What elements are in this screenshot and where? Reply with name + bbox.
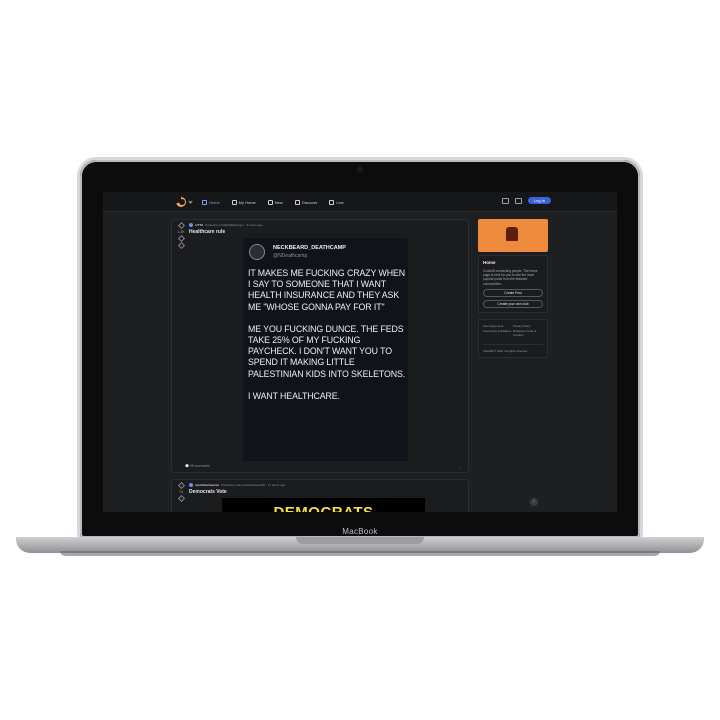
post-meta: c/politicalmemes Posted by u/humanwaterf…: [189, 483, 285, 487]
post-image-text: DEMOCRATS: [222, 504, 425, 512]
home-icon: [202, 199, 207, 205]
laptop-base-shadow: [60, 551, 660, 556]
nav-discover-label: Discover: [301, 199, 318, 205]
link-user-agreement[interactable]: User Agreement: [483, 324, 513, 328]
nav-discover[interactable]: Discover: [293, 198, 320, 206]
post-card[interactable]: 74 c/politicalmemes Posted by u/humanwat…: [171, 479, 469, 512]
main-nav: Home My Home New Discover Live: [200, 198, 346, 206]
community-avatar: [189, 483, 193, 487]
post-meta: c/YTA Posted by u/rattleRattlesnger · 9 …: [189, 223, 262, 227]
footer-links-card: User Agreement Privacy Policy Community …: [478, 318, 548, 358]
webcam: [357, 166, 363, 172]
mascot-icon: [506, 227, 518, 241]
tweet-paragraph: I WANT HEALTHCARE.: [248, 390, 340, 401]
nav-my-home-label: My Home: [238, 199, 256, 205]
tweet-handle: @NDeathcamp: [273, 253, 308, 259]
more-options-button[interactable]: ...: [459, 464, 462, 469]
new-icon: [267, 199, 273, 205]
nav-home[interactable]: Home: [200, 198, 222, 206]
tweet-image[interactable]: NECKBEARD_DEATHCAMP @NDeathcamp IT MAKES…: [243, 238, 408, 461]
link-privacy-policy[interactable]: Privacy Policy: [513, 324, 543, 328]
nav-live-label: Live: [336, 199, 344, 205]
menu-icon[interactable]: [514, 197, 522, 204]
laptop-notch: [296, 537, 424, 544]
share-icon[interactable]: [177, 241, 185, 250]
nav-new-label: New: [274, 199, 283, 205]
tweet-author-name: NECKBEARD_DEATHCAMP: [273, 245, 346, 251]
vote-column: 74: [176, 481, 186, 503]
community-avatar: [189, 223, 193, 227]
link-community-guidelines[interactable]: Community Guidelines: [483, 329, 513, 337]
home-info-card: Home Clubs98 connecting people. The home…: [478, 255, 548, 313]
tweet-text: IT MAKES ME FUCKING CRAZY WHEN I SAY TO …: [248, 268, 406, 413]
post-score: 74: [179, 490, 183, 494]
live-icon: [329, 199, 335, 205]
posted-by: Posted by u/humanwaterfaced84 · 17 hours…: [221, 483, 286, 487]
nav-new[interactable]: New: [266, 198, 285, 206]
post-title[interactable]: Healthcare rule: [189, 229, 225, 235]
nav-live[interactable]: Live: [327, 198, 345, 206]
link-moderator-code[interactable]: Moderator Code of Conduct: [513, 329, 543, 337]
login-button[interactable]: Log In: [527, 197, 551, 204]
create-club-button[interactable]: Create your own club: [483, 299, 543, 308]
nav-home-label: Home: [209, 199, 220, 205]
right-sidebar: Home Clubs98 connecting people. The home…: [478, 219, 548, 358]
sidebar-heading: Home: [483, 260, 496, 265]
heart-icon: [231, 199, 237, 205]
header-tools: Log In: [501, 197, 551, 204]
screen: Home My Home New Discover Live Log In 1.…: [103, 192, 617, 512]
comments-link[interactable]: 💬 98 comments: [185, 464, 210, 468]
post-score: 1.3K: [177, 230, 185, 234]
chevron-down-icon[interactable]: [188, 199, 193, 204]
upvote-icon[interactable]: [177, 481, 185, 490]
site-logo-icon[interactable]: [176, 197, 186, 207]
vote-column: 1.3K: [176, 221, 186, 250]
top-navigation-bar: Home My Home New Discover Live Log In: [103, 192, 617, 212]
post-title[interactable]: Democrats Vote: [189, 489, 227, 495]
upvote-icon[interactable]: [177, 221, 185, 230]
post-image[interactable]: DEMOCRATS: [222, 498, 425, 512]
device-brand-label: MacBook: [342, 527, 378, 536]
nav-my-home[interactable]: My Home: [230, 198, 258, 206]
comment-icon: 💬: [185, 464, 190, 468]
laptop-mockup: Home My Home New Discover Live Log In 1.…: [0, 0, 720, 720]
compass-icon: [294, 199, 300, 205]
mail-icon[interactable]: [501, 197, 509, 204]
tweet-paragraph: IT MAKES ME FUCKING CRAZY WHEN I SAY TO …: [248, 268, 405, 312]
downvote-icon[interactable]: [177, 494, 185, 503]
home-banner: [478, 219, 548, 252]
posted-by: Posted by u/rattleRattlesnger · 9 hours …: [205, 223, 263, 227]
sidebar-description: Clubs98 connecting people. The home page…: [483, 269, 538, 286]
community-link[interactable]: c/politicalmemes: [195, 483, 219, 487]
create-post-button[interactable]: Create Post: [483, 288, 543, 297]
scroll-to-top-button[interactable]: ↑: [530, 498, 538, 506]
post-feed: 1.3K c/YTA Posted by u/rattleRattlesnger…: [171, 219, 469, 512]
tweet-avatar: [249, 244, 265, 260]
tweet-paragraph: ME YOU FUCKING DUNCE. THE FEDS TAKE 25% …: [248, 323, 406, 379]
community-link[interactable]: c/YTA: [195, 223, 203, 227]
post-card[interactable]: 1.3K c/YTA Posted by u/rattleRattlesnger…: [171, 219, 469, 473]
copyright-text: Clubs98 © 2024. All rights reserved.: [483, 343, 543, 353]
comments-count: 98 comments: [190, 464, 210, 468]
